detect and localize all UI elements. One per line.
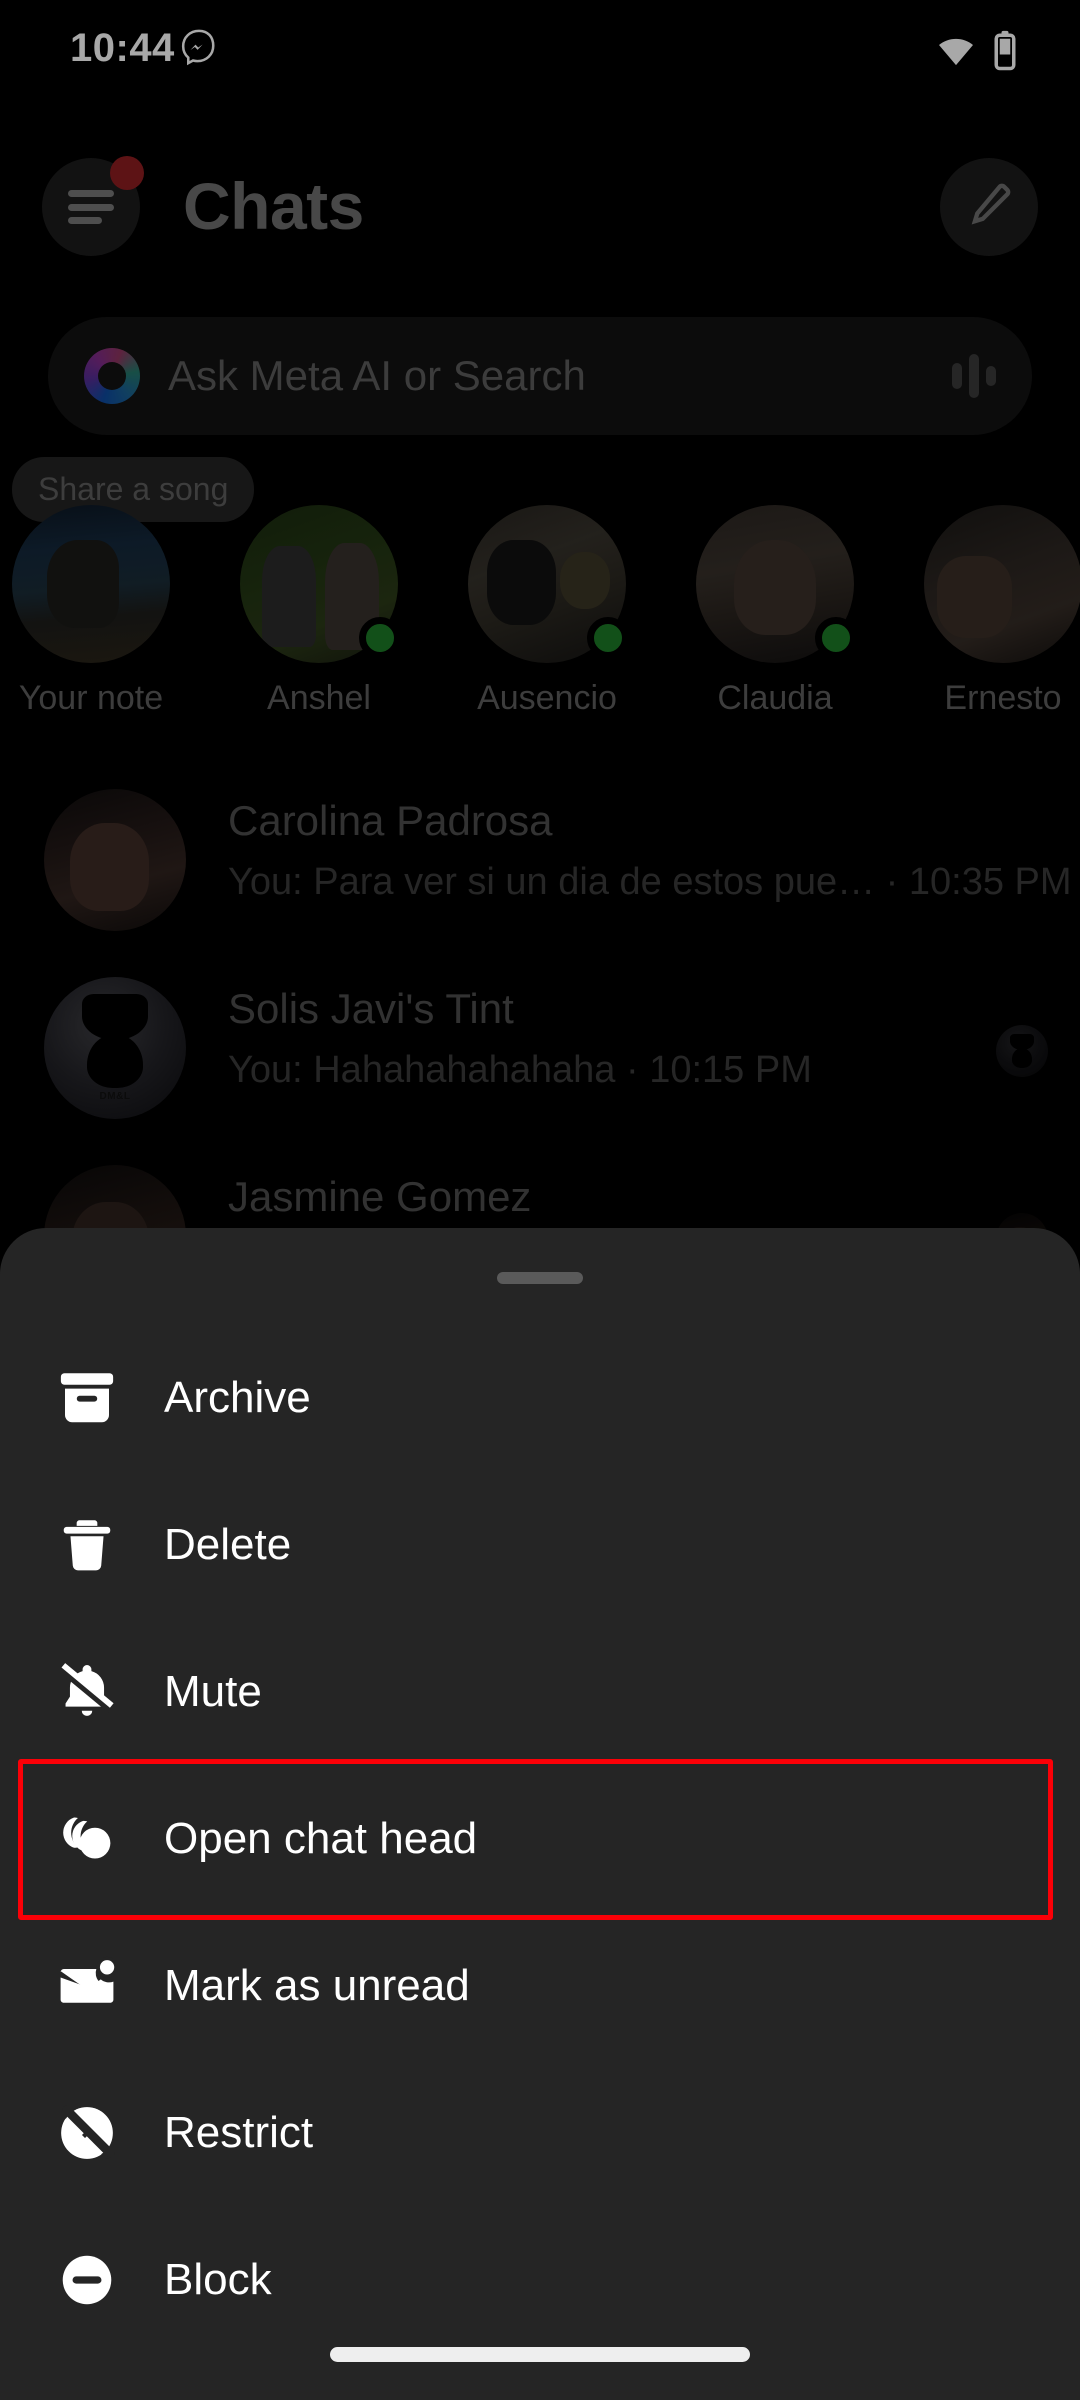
menu-item-restrict[interactable]: Restrict [0,2059,1080,2206]
menu-item-label: Mark as unread [164,1960,470,2010]
chat-options-bottom-sheet: Archive Delete Mute Open chat head Mark … [0,1228,1080,2400]
menu-item-label: Mute [164,1666,262,1716]
phone-screen: 10:44 Chats Ask Meta AI or Search Share … [0,0,1080,2400]
gesture-home-pill[interactable] [330,2347,750,2362]
menu-item-open-chat-head[interactable]: Open chat head [0,1759,1080,1920]
archive-box-icon [50,1361,124,1435]
drag-handle[interactable] [497,1272,583,1284]
menu-item-mark-as-unread[interactable]: Mark as unread [0,1912,1080,2059]
menu-item-archive[interactable]: Archive [0,1324,1080,1471]
chat-options-menu: Archive Delete Mute Open chat head Mark … [0,1324,1080,2353]
menu-item-label: Restrict [164,2107,314,2157]
menu-item-mute[interactable]: Mute [0,1618,1080,1765]
gesture-navigation-bar [0,2290,1080,2400]
envelope-dot-icon [50,1949,124,2023]
restrict-slash-icon [50,2096,124,2170]
menu-item-label: Archive [164,1372,311,1422]
menu-item-delete[interactable]: Delete [0,1471,1080,1618]
trash-icon [50,1508,124,1582]
menu-item-label: Open chat head [164,1813,478,1863]
bell-slash-icon [50,1655,124,1729]
chat-head-stack-icon [50,1802,124,1876]
menu-item-label: Delete [164,1519,292,1569]
